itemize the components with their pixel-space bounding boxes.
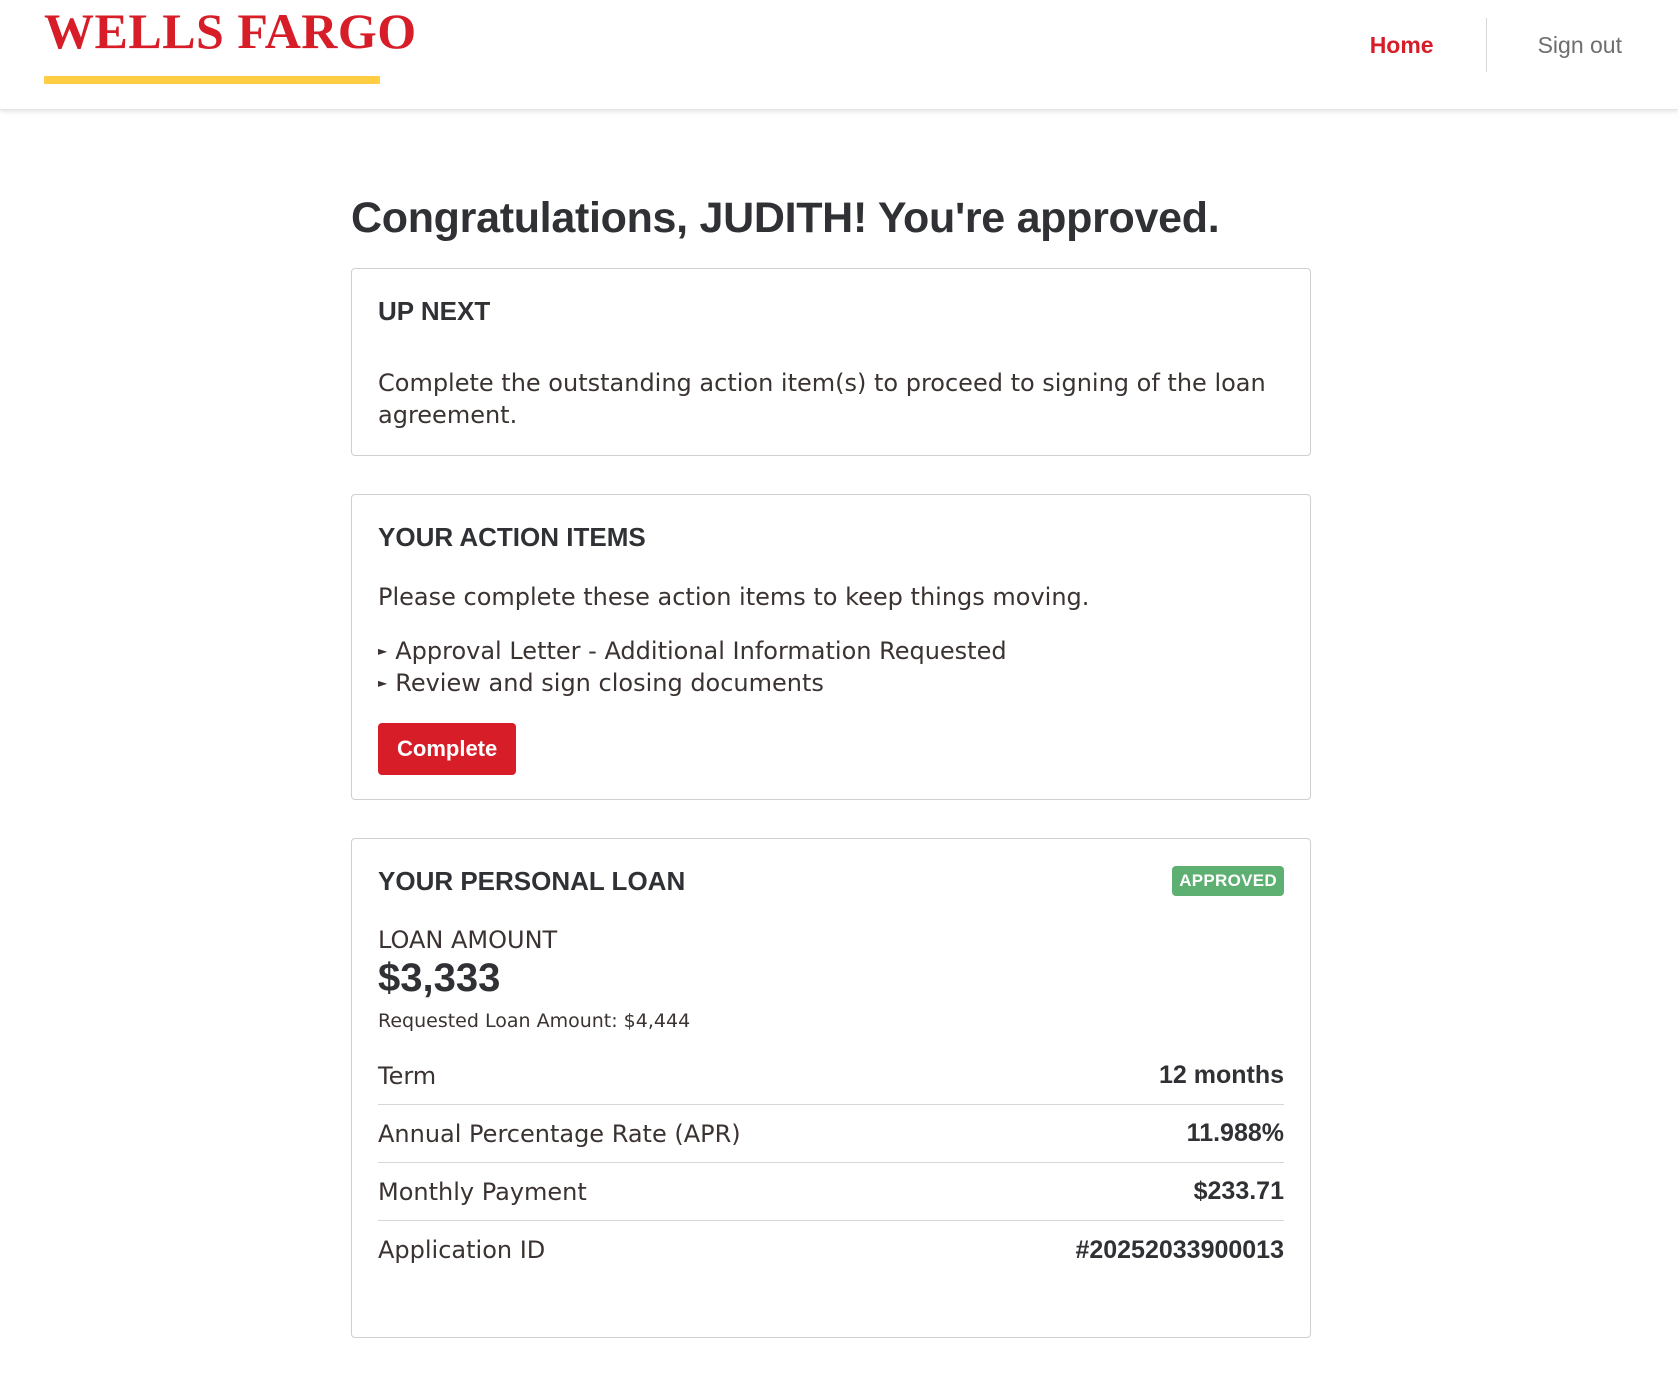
detail-value: $233.71 (1193, 1177, 1284, 1205)
up-next-text: Complete the outstanding action item(s) … (378, 369, 1266, 429)
triangle-bullet-icon: ► (378, 676, 388, 690)
action-items-heading: YOUR ACTION ITEMS (378, 522, 646, 552)
action-item: ► Approval Letter - Additional Informati… (378, 635, 1284, 667)
logo-wordmark: WELLS FARGO (44, 3, 417, 59)
loan-details-list: Term 12 months Annual Percentage Rate (A… (378, 1047, 1284, 1279)
top-navigation-bar: WELLS FARGO Home Sign out (0, 0, 1678, 110)
detail-value: #20252033900013 (1075, 1235, 1284, 1264)
detail-label: Term (378, 1061, 437, 1090)
detail-label: Monthly Payment (378, 1177, 587, 1206)
sign-out-link[interactable]: Sign out (1487, 32, 1678, 59)
personal-loan-heading: YOUR PERSONAL LOAN (378, 866, 686, 896)
wells-fargo-logo[interactable]: WELLS FARGO (44, 3, 417, 84)
requested-loan-amount: Requested Loan Amount: $4,444 (378, 1010, 691, 1032)
loan-amount-value: $3,333 (378, 956, 501, 1000)
loan-detail-row-term: Term 12 months (378, 1047, 1284, 1105)
header-nav: Home Sign out (1370, 18, 1678, 72)
page-title: Congratulations, JUDITH! You're approved… (351, 194, 1220, 242)
detail-label: Annual Percentage Rate (APR) (378, 1119, 741, 1148)
complete-button[interactable]: Complete (378, 723, 517, 775)
triangle-bullet-icon: ► (378, 644, 388, 658)
loan-detail-row-apr: Annual Percentage Rate (APR) 11.988% (378, 1105, 1284, 1163)
up-next-card: UP NEXT Complete the outstanding action … (351, 268, 1311, 456)
action-item-label: Approval Letter - Additional Information… (395, 637, 1007, 665)
action-items-intro: Please complete these action items to ke… (378, 583, 1090, 611)
logo-underline (44, 76, 380, 84)
loan-detail-row-monthly-payment: Monthly Payment $233.71 (378, 1163, 1284, 1221)
detail-value: 11.988% (1186, 1119, 1284, 1147)
personal-loan-header: YOUR PERSONAL LOAN APPROVED (378, 865, 1284, 897)
action-item-label: Review and sign closing documents (395, 669, 824, 697)
home-link[interactable]: Home (1370, 32, 1486, 59)
main-content: Congratulations, JUDITH! You're approved… (351, 180, 1311, 1376)
personal-loan-card: YOUR PERSONAL LOAN APPROVED LOAN AMOUNT … (351, 838, 1311, 1338)
up-next-heading: UP NEXT (378, 296, 491, 326)
detail-label: Application ID (378, 1236, 546, 1264)
action-items-card: YOUR ACTION ITEMS Please complete these … (351, 494, 1311, 800)
loan-detail-row-application-id: Application ID #20252033900013 (378, 1221, 1284, 1279)
action-item: ► Review and sign closing documents (378, 667, 1284, 699)
approved-status-badge: APPROVED (1172, 866, 1284, 896)
detail-value: 12 months (1158, 1061, 1284, 1089)
action-items-list: ► Approval Letter - Additional Informati… (378, 635, 1284, 699)
loan-amount-label: LOAN AMOUNT (378, 926, 558, 954)
